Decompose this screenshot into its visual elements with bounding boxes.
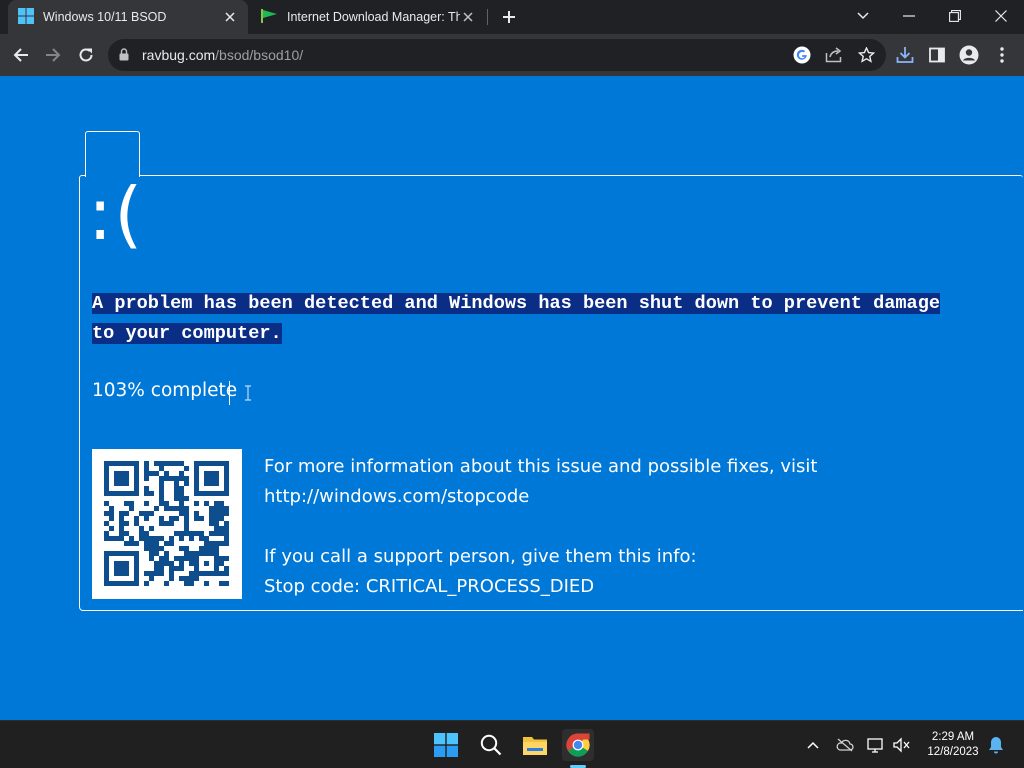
tab-title: Internet Download Manager: The [287, 10, 460, 24]
info-url: http://windows.com/stopcode [264, 486, 530, 507]
notifications-button[interactable] [986, 735, 1006, 755]
profile-button[interactable] [957, 43, 981, 67]
show-hidden-icons-button[interactable] [803, 735, 823, 755]
info-block: For more information about this issue an… [264, 452, 817, 602]
search-icon [480, 734, 502, 756]
profile-avatar-icon [959, 45, 979, 65]
onedrive-tray-button[interactable] [835, 735, 855, 755]
plus-icon [503, 11, 515, 23]
tab-close-icon[interactable] [222, 9, 238, 25]
url-text: ravbug.com/bsod/bsod10/ [142, 47, 303, 63]
search-button[interactable] [475, 729, 507, 761]
qr-code [92, 449, 242, 599]
error-message-text: A problem has been detected and Windows … [92, 293, 941, 344]
chevron-down-icon [857, 12, 869, 20]
clock-date: 12/8/2023 [927, 746, 979, 758]
volume-muted-icon [893, 737, 910, 753]
address-bar[interactable]: ravbug.com/bsod/bsod10/ [108, 39, 886, 71]
sad-face: :( [88, 172, 145, 256]
minimize-button[interactable] [886, 0, 932, 32]
side-panel-icon [929, 47, 945, 63]
tab-idm[interactable]: Internet Download Manager: The [250, 0, 486, 34]
share-icon[interactable] [824, 46, 844, 64]
bookmark-star-icon[interactable] [856, 46, 876, 64]
tab-close-icon[interactable] [460, 9, 476, 25]
support-line: If you call a support person, give them … [264, 546, 697, 567]
tab-search-button[interactable] [840, 0, 886, 32]
stop-code: Stop code: CRITICAL_PROCESS_DIED [264, 576, 595, 597]
system-clock[interactable]: 2:29 AM 12/8/2023 [918, 730, 988, 760]
browser-toolbar: ravbug.com/bsod/bsod10/ [0, 34, 1024, 76]
reload-icon [79, 48, 93, 62]
start-button[interactable] [430, 729, 462, 761]
tab-title: Windows 10/11 BSOD [43, 10, 167, 24]
text-caret [229, 381, 230, 405]
start-icon [434, 733, 458, 757]
arrow-right-icon [46, 48, 61, 62]
progress-text: 103% complete [92, 380, 238, 401]
cloud-offline-icon [836, 738, 854, 752]
taskbar: 2:29 AM 12/8/2023 [0, 720, 1024, 768]
chevron-up-icon [807, 741, 819, 749]
close-window-button[interactable] [978, 0, 1024, 32]
minimize-icon [903, 15, 915, 17]
download-icon [896, 47, 914, 63]
clock-time: 2:29 AM [931, 731, 975, 743]
close-icon [995, 10, 1007, 22]
tab-strip: Windows 10/11 BSOD Internet Download Man… [0, 0, 1024, 34]
downloads-button[interactable] [893, 43, 917, 67]
idm-flag-icon [260, 8, 278, 27]
back-button[interactable] [9, 43, 33, 67]
restore-button[interactable] [932, 0, 978, 32]
windows-logo-icon [18, 7, 34, 27]
restore-icon [949, 10, 961, 22]
lock-icon[interactable] [119, 48, 129, 64]
network-icon [867, 738, 883, 753]
info-line: For more information about this issue an… [264, 456, 818, 477]
menu-button[interactable] [990, 43, 1014, 67]
tab-bsod[interactable]: Windows 10/11 BSOD [8, 0, 248, 34]
file-explorer-icon [523, 737, 547, 755]
chrome-button[interactable] [562, 729, 594, 761]
url-path: /bsod/bsod10/ [215, 47, 304, 63]
url-domain: ravbug.com [142, 47, 216, 63]
file-explorer-button[interactable] [519, 729, 551, 761]
chrome-icon [566, 733, 590, 757]
arrow-left-icon [13, 48, 28, 62]
network-tray-button[interactable] [866, 735, 886, 755]
bell-icon [989, 737, 1003, 754]
volume-tray-button[interactable] [892, 735, 912, 755]
google-lens-icon[interactable] [792, 46, 812, 64]
reload-button[interactable] [74, 43, 98, 67]
tab-divider [487, 9, 488, 25]
kebab-menu-icon [1000, 47, 1004, 63]
error-message: A problem has been detected and Windows … [92, 289, 972, 349]
forward-button[interactable] [41, 43, 65, 67]
new-tab-button[interactable] [498, 7, 520, 27]
ibeam-cursor-icon [243, 385, 253, 405]
side-panel-button[interactable] [925, 43, 949, 67]
